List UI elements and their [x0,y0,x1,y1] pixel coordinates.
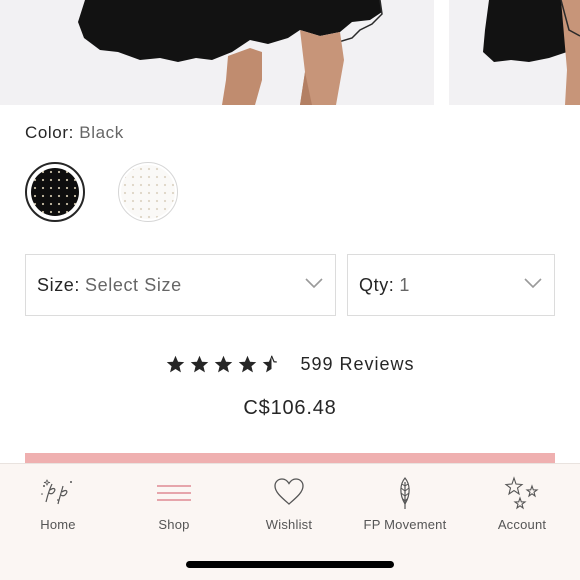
tab-home-label: Home [40,517,76,532]
tab-home[interactable]: Home [0,476,116,532]
color-label-row: Color: Black [25,123,124,143]
qty-value: 1 [399,274,411,295]
chevron-down-icon [305,278,323,289]
feather-icon [400,477,410,509]
product-image-next[interactable] [449,0,580,105]
swatch-white[interactable] [118,162,178,222]
menu-lines-icon [157,485,191,501]
heart-icon [274,478,304,505]
star-full-icon [239,355,257,373]
star-half-icon [263,355,278,373]
color-value: Black [79,123,124,142]
reviews-count[interactable]: 599 Reviews [300,354,414,375]
swatch-black[interactable] [25,162,85,222]
chevron-down-icon [524,278,542,289]
product-price: C$106.48 [243,397,337,419]
star-full-icon [167,355,185,373]
swatch-white-fill [121,165,175,219]
stars-icon [504,476,539,510]
star-full-icon [215,355,233,373]
product-image-main[interactable] [0,0,434,105]
star-full-icon [191,355,209,373]
color-label: Color: [25,123,74,142]
tab-wishlist[interactable]: Wishlist [231,476,347,532]
home-indicator[interactable] [186,561,394,568]
tab-shop-label: Shop [158,517,190,532]
size-select[interactable]: Size: Select Size [25,254,336,316]
product-photo-dress-hem [78,0,383,105]
fp-logo-icon [41,479,72,505]
tab-fp-movement-label: FP Movement [363,517,447,532]
size-value: Select Size [85,274,182,295]
rating-row[interactable]: 599 Reviews [0,354,580,375]
tab-wishlist-label: Wishlist [265,517,313,532]
qty-select[interactable]: Qty: 1 [347,254,555,316]
product-image-gallery[interactable] [0,0,580,105]
size-label: Size: [37,274,81,295]
tab-shop[interactable]: Shop [116,476,232,532]
tab-account[interactable]: Account [464,476,580,532]
swatch-black-fill [31,168,79,216]
star-rating [165,354,282,375]
tab-fp-movement[interactable]: FP Movement [347,476,463,532]
product-photo-dress-hem-alt [483,0,580,105]
qty-label: Qty: [359,274,395,295]
tab-account-label: Account [497,517,547,532]
